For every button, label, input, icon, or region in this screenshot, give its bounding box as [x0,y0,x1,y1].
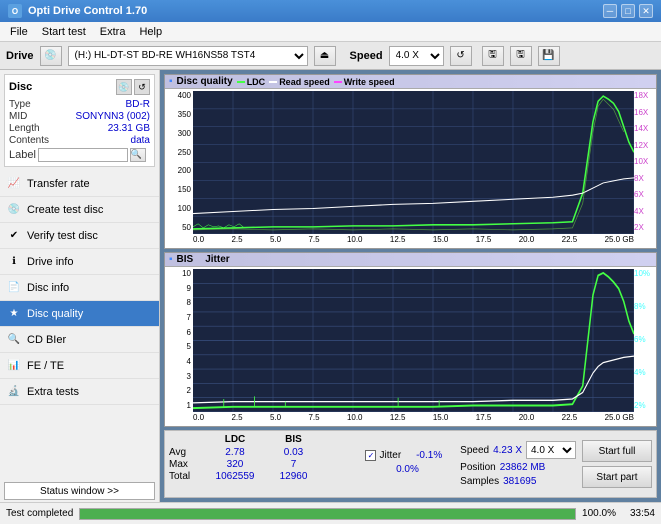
disc-label-input[interactable] [38,148,128,162]
drive-btn-3[interactable]: 💾 [538,46,560,66]
jitter-checkbox[interactable]: ✓ [365,450,376,461]
create-test-disc-icon: 💿 [6,202,22,218]
top-chart-y-left: 400 350 300 250 200 150 100 50 [165,89,193,246]
sidebar-item-create-test-disc[interactable]: 💿 Create test disc [0,197,159,223]
drive-btn-1[interactable]: 🖫 [482,46,504,66]
stats-header: LDC BIS [169,434,359,445]
progress-bar-container [79,508,576,520]
disc-quality-icon: ★ [6,306,22,322]
transfer-rate-icon: 📈 [6,176,22,192]
menu-help[interactable]: Help [133,25,168,39]
drive-info-icon: ℹ [6,254,22,270]
speed-refresh-btn[interactable]: ↺ [450,46,472,66]
jitter-max-row: 0.0% [365,464,454,475]
speed-label: Speed [350,50,383,62]
menu-extra[interactable]: Extra [94,25,132,39]
samples-row: Samples 381695 [460,476,576,487]
maximize-button[interactable]: □ [621,4,635,18]
status-text: Test completed [6,508,73,519]
top-chart-title: ▪ Disc quality LDC Read speed Write spee… [165,75,656,89]
verify-test-disc-icon: ✔ [6,228,22,244]
app-title: Opti Drive Control 1.70 [28,5,147,17]
disc-icon-btn[interactable]: 💿 [116,79,132,95]
title-bar: O Opti Drive Control 1.70 ─ □ ✕ [0,0,661,22]
top-chart-y-right: 18X 16X 14X 12X 10X 8X 6X 4X 2X [634,89,656,246]
sidebar-item-drive-info[interactable]: ℹ Drive info [0,249,159,275]
speed-row: Speed 4.23 X 4.0 X [460,441,576,459]
disc-mid-row: MID SONYNN3 (002) [9,111,150,122]
top-chart-area [193,91,634,234]
disc-type-row: Type BD-R [9,99,150,110]
bottom-chart-x-labels: 0.0 2.5 5.0 7.5 10.0 12.5 15.0 17.5 20.0… [165,413,656,422]
jitter-section: ✓ Jitter -0.1% 0.0% [365,434,454,494]
stats-row-avg: Avg 2.78 0.03 [169,447,359,458]
drive-bar: Drive 💿 (H:) HL-DT-ST BD-RE WH16NS58 TST… [0,42,661,70]
disc-label-btn[interactable]: 🔍 [130,148,146,162]
bottom-chart: ▪ BIS Jitter 10 9 8 7 6 5 4 3 2 1 [164,252,657,427]
stats-table: LDC BIS Avg 2.78 0.03 Max 320 7 Total 10… [169,434,359,494]
sidebar-item-disc-info[interactable]: 📄 Disc info [0,275,159,301]
fe-te-icon: 📊 [6,358,22,374]
drive-icon-btn[interactable]: 💿 [40,46,62,66]
speed-position-section: Speed 4.23 X 4.0 X Position 23862 MB Sam… [460,434,576,494]
status-bar: Test completed 100.0% 33:54 [0,502,661,524]
disc-info-icon: 📄 [6,280,22,296]
menu-start-test[interactable]: Start test [36,25,92,39]
start-full-button[interactable]: Start full [582,440,652,462]
sidebar-item-extra-tests[interactable]: 🔬 Extra tests [0,379,159,405]
minimize-button[interactable]: ─ [603,4,617,18]
main-layout: Disc 💿 ↺ Type BD-R MID SONYNN3 (002) Len… [0,70,661,502]
speed-select[interactable]: 4.0 X [389,46,444,66]
disc-section-label: Disc [9,81,32,93]
disc-refresh-btn[interactable]: ↺ [134,79,150,95]
content-area: ▪ Disc quality LDC Read speed Write spee… [160,70,661,502]
bottom-chart-area [193,269,634,412]
status-window-button[interactable]: Status window >> [4,482,155,500]
sidebar: Disc 💿 ↺ Type BD-R MID SONYNN3 (002) Len… [0,70,160,502]
status-time: 33:54 [630,508,655,519]
bottom-chart-y-left: 10 9 8 7 6 5 4 3 2 1 [165,267,193,424]
menu-bar: File Start test Extra Help [0,22,661,42]
disc-length-row: Length 23.31 GB [9,123,150,134]
top-chart-svg [193,91,634,234]
top-chart-x-labels: 0.0 2.5 5.0 7.5 10.0 12.5 15.0 17.5 20.0… [165,235,656,244]
action-buttons: Start full Start part [582,434,652,494]
disc-contents-row: Contents data [9,135,150,146]
position-row: Position 23862 MB [460,462,576,473]
progress-bar-fill [80,509,575,519]
extra-tests-icon: 🔬 [6,384,22,400]
top-chart: ▪ Disc quality LDC Read speed Write spee… [164,74,657,249]
stats-row-max: Max 320 7 [169,459,359,470]
drive-select[interactable]: (H:) HL-DT-ST BD-RE WH16NS58 TST4 [68,46,308,66]
sidebar-item-transfer-rate[interactable]: 📈 Transfer rate [0,171,159,197]
legend-ldc: LDC [237,77,266,87]
legend-read: Read speed [269,77,330,87]
menu-file[interactable]: File [4,25,34,39]
stats-row-total: Total 1062559 12960 [169,471,359,482]
drive-label: Drive [6,50,34,62]
bottom-chart-title: ▪ BIS Jitter [165,253,656,267]
bottom-chart-svg [193,269,634,412]
sidebar-item-disc-quality[interactable]: ★ Disc quality [0,301,159,327]
cd-bier-icon: 🔍 [6,332,22,348]
bottom-chart-y-right: 10% 8% 6% 4% 2% [634,267,656,424]
window-controls: ─ □ ✕ [603,4,653,18]
jitter-header: ✓ Jitter -0.1% [365,450,454,461]
legend-write: Write speed [334,77,395,87]
progress-percent: 100.0% [582,508,616,519]
stats-section: LDC BIS Avg 2.78 0.03 Max 320 7 Total 10… [164,430,657,498]
nav-items: 📈 Transfer rate 💿 Create test disc ✔ Ver… [0,171,159,480]
eject-button[interactable]: ⏏ [314,46,336,66]
drive-btn-2[interactable]: 🖫 [510,46,532,66]
disc-panel: Disc 💿 ↺ Type BD-R MID SONYNN3 (002) Len… [4,74,155,167]
sidebar-item-verify-test-disc[interactable]: ✔ Verify test disc [0,223,159,249]
stats-speed-select[interactable]: 4.0 X [526,441,576,459]
app-icon: O [8,4,22,18]
sidebar-item-fe-te[interactable]: 📊 FE / TE [0,353,159,379]
sidebar-item-cd-bier[interactable]: 🔍 CD BIer [0,327,159,353]
start-part-button[interactable]: Start part [582,466,652,488]
close-button[interactable]: ✕ [639,4,653,18]
disc-label-row: Label 🔍 [9,148,150,162]
